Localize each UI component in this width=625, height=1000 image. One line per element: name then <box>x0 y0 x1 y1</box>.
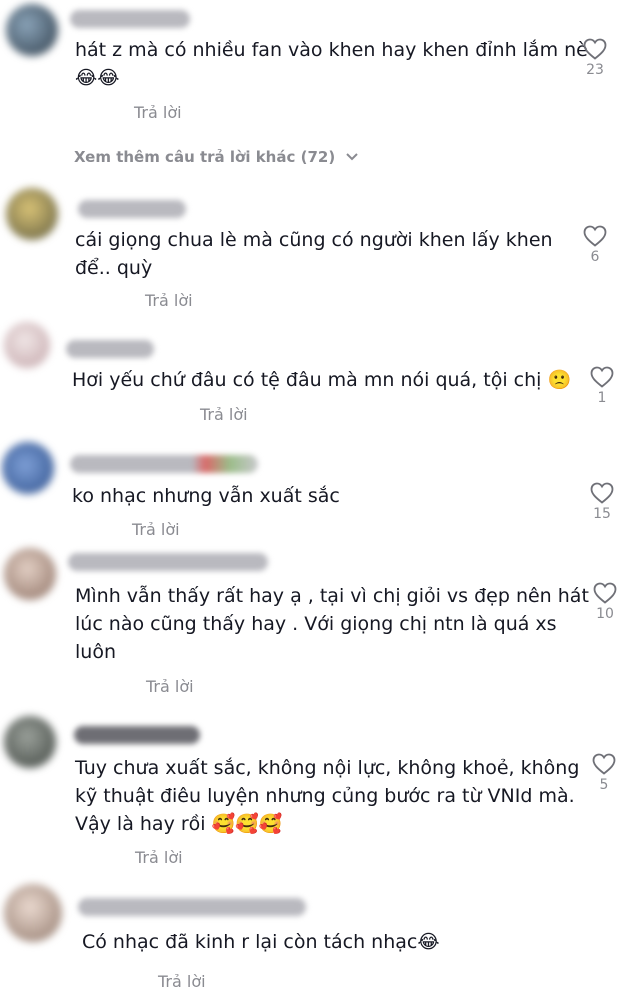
comment-text: 😂😂 <box>75 67 120 89</box>
heart-icon <box>583 38 607 60</box>
avatar[interactable] <box>4 322 50 368</box>
username-blurred[interactable] <box>70 10 190 28</box>
like-button[interactable]: 15 <box>582 482 622 522</box>
view-more-replies[interactable]: Xem thêm câu trả lời khác (72) <box>74 148 359 166</box>
like-button[interactable]: 10 <box>585 582 625 622</box>
comment-text: ko nhạc nhưng vẫn xuất sắc <box>72 485 340 507</box>
username-blurred[interactable] <box>74 726 200 744</box>
like-button[interactable]: 6 <box>575 225 615 265</box>
username-blurred[interactable] <box>68 553 268 571</box>
avatar[interactable] <box>4 884 62 942</box>
reply-button[interactable]: Trả lời <box>145 291 193 310</box>
comment-text: Hơi yếu chứ đâu có tệ đâu mà mn nói quá,… <box>72 369 572 391</box>
comment-text: luôn <box>75 641 116 663</box>
heart-icon <box>592 753 616 775</box>
username-blurred[interactable] <box>78 898 306 916</box>
comment-text: để.. quỳ <box>75 257 153 279</box>
like-count: 15 <box>593 506 611 522</box>
like-count: 10 <box>596 606 614 622</box>
like-button[interactable]: 23 <box>575 38 615 78</box>
reply-button[interactable]: Trả lời <box>135 848 183 867</box>
comment-text: cái giọng chua lè mà cũng có người khen … <box>75 229 553 251</box>
reply-button[interactable]: Trả lời <box>134 103 182 122</box>
comment-text: hát z mà có nhiều fan vào khen hay khen … <box>75 39 588 61</box>
comment-text: Tuy chưa xuất sắc, không nội lực, không … <box>75 757 580 779</box>
reply-button[interactable]: Trả lời <box>158 972 206 991</box>
like-count: 23 <box>586 62 604 78</box>
avatar[interactable] <box>4 548 56 600</box>
like-button[interactable]: 1 <box>582 366 622 406</box>
username-blurred[interactable] <box>70 455 258 473</box>
heart-icon <box>590 482 614 504</box>
reply-button[interactable]: Trả lời <box>132 520 180 539</box>
reply-button[interactable]: Trả lời <box>146 677 194 696</box>
username-blurred[interactable] <box>66 340 154 358</box>
like-button[interactable]: 5 <box>584 753 624 793</box>
like-count: 6 <box>590 249 600 265</box>
avatar[interactable] <box>6 4 58 56</box>
comment-text: Có nhạc đã kinh r lại còn tách nhạc😂 <box>82 931 440 953</box>
heart-icon <box>593 582 617 604</box>
chevron-down-icon <box>346 153 359 161</box>
comment-text: kỹ thuật điêu luyện nhưng củng bước ra t… <box>75 785 575 807</box>
avatar[interactable] <box>6 188 58 240</box>
heart-icon <box>590 366 614 388</box>
heart-icon <box>583 225 607 247</box>
avatar[interactable] <box>4 716 56 768</box>
like-count: 5 <box>599 777 609 793</box>
comment-text: Mình vẫn thấy rất hay ạ , tại vì chị giỏ… <box>75 585 589 607</box>
avatar[interactable] <box>2 442 54 494</box>
comment-text: Vậy là hay rồi 🥰🥰🥰 <box>75 813 283 835</box>
username-blurred[interactable] <box>78 200 186 218</box>
view-more-label: Xem thêm câu trả lời khác (72) <box>74 148 336 166</box>
like-count: 1 <box>597 390 607 406</box>
comment-text: lúc nào cũng thấy hay . Với giọng chị nt… <box>75 613 557 635</box>
reply-button[interactable]: Trả lời <box>200 405 248 424</box>
